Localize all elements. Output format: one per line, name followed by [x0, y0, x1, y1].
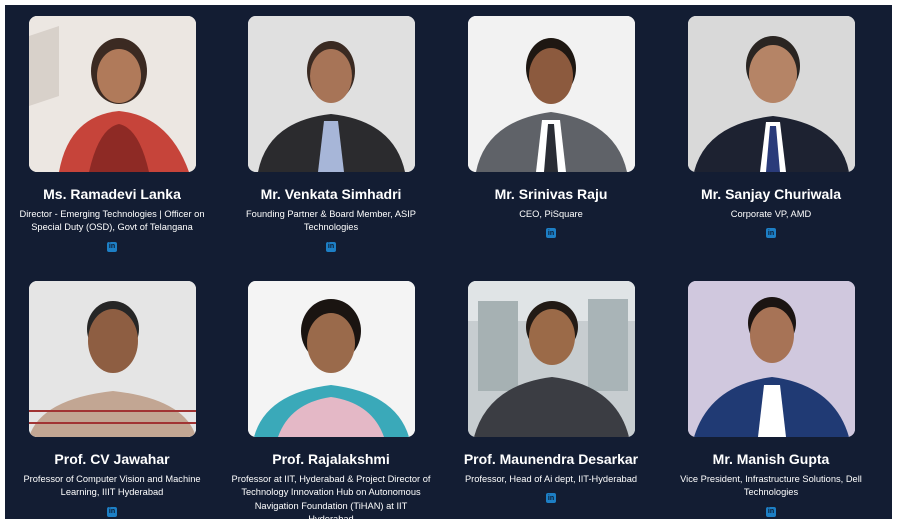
- speaker-name: Prof. CV Jawahar: [54, 451, 170, 467]
- speakers-grid: Ms. Ramadevi Lanka Director - Emerging T…: [5, 5, 892, 519]
- linkedin-icon[interactable]: in: [546, 493, 556, 504]
- speakers-panel: Ms. Ramadevi Lanka Director - Emerging T…: [5, 5, 892, 519]
- speaker-role: Corporate VP, AMD: [730, 209, 812, 219]
- speaker-name: Mr. Srinivas Raju: [494, 186, 608, 202]
- speaker-card: Prof. Rajalakshmi Professor at IIT, Hyde…: [224, 281, 438, 519]
- speaker-name: Prof. Rajalakshmi: [272, 451, 390, 467]
- person-silhouette-icon: [28, 281, 196, 437]
- speaker-role: Professor of Computer Vision and Machine…: [23, 474, 201, 498]
- speaker-photo: [687, 281, 855, 437]
- speaker-photo: [467, 281, 635, 437]
- speaker-card: Mr. Manish Gupta Vice President, Infrast…: [664, 281, 878, 517]
- speaker-role: Director - Emerging Technologies | Offic…: [19, 209, 205, 233]
- person-silhouette-icon: [467, 281, 635, 437]
- speaker-name: Mr. Manish Gupta: [712, 451, 830, 467]
- person-silhouette-icon: [687, 16, 855, 172]
- speaker-role: Vice President, Infrastructure Solutions…: [680, 474, 862, 498]
- speaker-name: Mr. Venkata Simhadri: [260, 186, 402, 202]
- speaker-name: Mr. Sanjay Churiwala: [700, 186, 842, 202]
- speaker-card: Ms. Ramadevi Lanka Director - Emerging T…: [5, 16, 219, 252]
- speaker-photo: [467, 16, 635, 172]
- speaker-card: Mr. Venkata Simhadri Founding Partner & …: [224, 16, 438, 252]
- linkedin-icon[interactable]: in: [326, 241, 336, 252]
- speaker-photo: [687, 16, 855, 172]
- speaker-photo: [247, 16, 415, 172]
- speaker-name: Prof. Maunendra Desarkar: [463, 451, 639, 467]
- linkedin-icon[interactable]: in: [107, 506, 117, 517]
- speaker-role: CEO, PiSquare: [519, 209, 583, 219]
- person-silhouette-icon: [28, 16, 196, 172]
- person-silhouette-icon: [467, 16, 635, 172]
- speaker-photo: [247, 281, 415, 437]
- person-silhouette-icon: [687, 281, 855, 437]
- person-silhouette-icon: [247, 16, 415, 172]
- speaker-role: Professor at IIT, Hyderabad & Project Di…: [231, 474, 431, 519]
- speaker-card: Mr. Srinivas Raju CEO, PiSquare in: [444, 16, 658, 239]
- speaker-card: Mr. Sanjay Churiwala Corporate VP, AMD i…: [664, 16, 878, 239]
- speaker-role: Professor, Head of Ai dept, IIT-Hyderaba…: [464, 474, 638, 484]
- speaker-role: Founding Partner & Board Member, ASIP Te…: [245, 209, 417, 233]
- linkedin-icon[interactable]: in: [107, 241, 117, 252]
- speaker-photo: [28, 16, 196, 172]
- linkedin-icon[interactable]: in: [766, 506, 776, 517]
- speaker-photo: [28, 281, 196, 437]
- person-silhouette-icon: [247, 281, 415, 437]
- speaker-name: Ms. Ramadevi Lanka: [43, 186, 181, 202]
- linkedin-icon[interactable]: in: [546, 228, 556, 239]
- speaker-card: Prof. Maunendra Desarkar Professor, Head…: [444, 281, 658, 504]
- speaker-card: Prof. CV Jawahar Professor of Computer V…: [5, 281, 219, 517]
- linkedin-icon[interactable]: in: [766, 228, 776, 239]
